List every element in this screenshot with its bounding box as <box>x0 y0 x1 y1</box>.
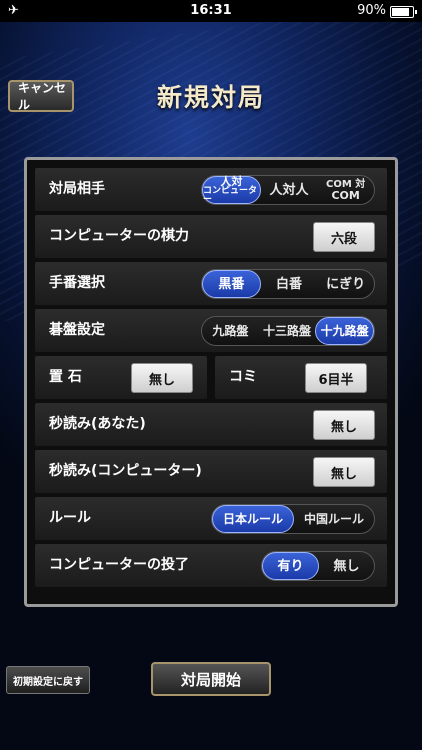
board-option-19[interactable]: 十九路盤 <box>315 317 375 345</box>
byoyomi-you-label: 秒読み(あなた) <box>49 416 146 432</box>
rules-option-chinese[interactable]: 中国ルール <box>294 505 374 533</box>
board-option-9[interactable]: 九路盤 <box>202 317 259 345</box>
board-row: 碁盤設定 九路盤 十三路盤 十九路盤 <box>35 309 387 352</box>
com-resign-option-no[interactable]: 無し <box>319 552 374 580</box>
handicap-label: 置 石 <box>49 369 82 385</box>
opponent-option-human-vs-com[interactable]: 人対 コンピューター <box>202 176 261 204</box>
turn-selector: 黒番 白番 にぎり <box>201 269 375 299</box>
komi-row: コミ 6目半 <box>215 356 387 399</box>
byoyomi-com-button[interactable]: 無し <box>313 457 375 487</box>
battery-percent: 90% <box>357 3 386 18</box>
komi-button[interactable]: 6目半 <box>305 363 367 393</box>
com-resign-option-yes[interactable]: 有り <box>262 552 319 580</box>
opponent-selector: 人対 コンピューター 人対人 COM 対 COM <box>201 175 375 205</box>
opponent-option-human-vs-human[interactable]: 人対人 <box>261 176 318 204</box>
byoyomi-you-row: 秒読み(あなた) 無し <box>35 403 387 446</box>
reset-defaults-button[interactable]: 初期設定に戻す <box>6 666 90 694</box>
start-game-label: 対局開始 <box>180 670 241 689</box>
battery-icon <box>390 6 417 18</box>
opponent-option-com-vs-com[interactable]: COM 対 COM <box>317 176 374 204</box>
byoyomi-com-label: 秒読み(コンピューター) <box>49 463 202 479</box>
rules-row: ルール 日本ルール 中国ルール <box>35 497 387 540</box>
rules-label: ルール <box>49 510 91 526</box>
status-bar: ✈ 16:31 90% <box>0 0 422 22</box>
turn-option-black[interactable]: 黒番 <box>202 270 261 298</box>
settings-panel: 対局相手 人対 コンピューター 人対人 COM 対 COM コンピューターの棋力… <box>24 157 398 607</box>
opponent-row: 対局相手 人対 コンピューター 人対人 COM 対 COM <box>35 168 387 211</box>
handicap-row: 置 石 無し <box>35 356 207 399</box>
board-label: 碁盤設定 <box>49 322 105 338</box>
byoyomi-com-row: 秒読み(コンピューター) 無し <box>35 450 387 493</box>
board-selector: 九路盤 十三路盤 十九路盤 <box>201 316 375 346</box>
com-strength-button[interactable]: 六段 <box>313 222 375 252</box>
turn-option-nigiri[interactable]: にぎり <box>317 270 374 298</box>
reset-defaults-label: 初期設定に戻す <box>13 676 83 688</box>
byoyomi-you-button[interactable]: 無し <box>313 410 375 440</box>
turn-label: 手番選択 <box>49 275 105 291</box>
turn-option-white[interactable]: 白番 <box>261 270 318 298</box>
start-game-button[interactable]: 対局開始 <box>151 662 271 696</box>
com-strength-label: コンピューターの棋力 <box>49 228 189 244</box>
rules-selector: 日本ルール 中国ルール <box>211 504 375 534</box>
com-strength-row: コンピューターの棋力 六段 <box>35 215 387 258</box>
board-option-13[interactable]: 十三路盤 <box>259 317 316 345</box>
com-resign-row: コンピューターの投了 有り 無し <box>35 544 387 587</box>
rules-option-japanese[interactable]: 日本ルール <box>212 505 294 533</box>
handicap-button[interactable]: 無し <box>131 363 193 393</box>
turn-row: 手番選択 黒番 白番 にぎり <box>35 262 387 305</box>
komi-label: コミ <box>229 369 257 385</box>
com-resign-label: コンピューターの投了 <box>49 557 189 573</box>
page-title: 新規対局 <box>156 83 265 112</box>
com-resign-selector: 有り 無し <box>261 551 375 581</box>
opponent-label: 対局相手 <box>49 181 105 197</box>
